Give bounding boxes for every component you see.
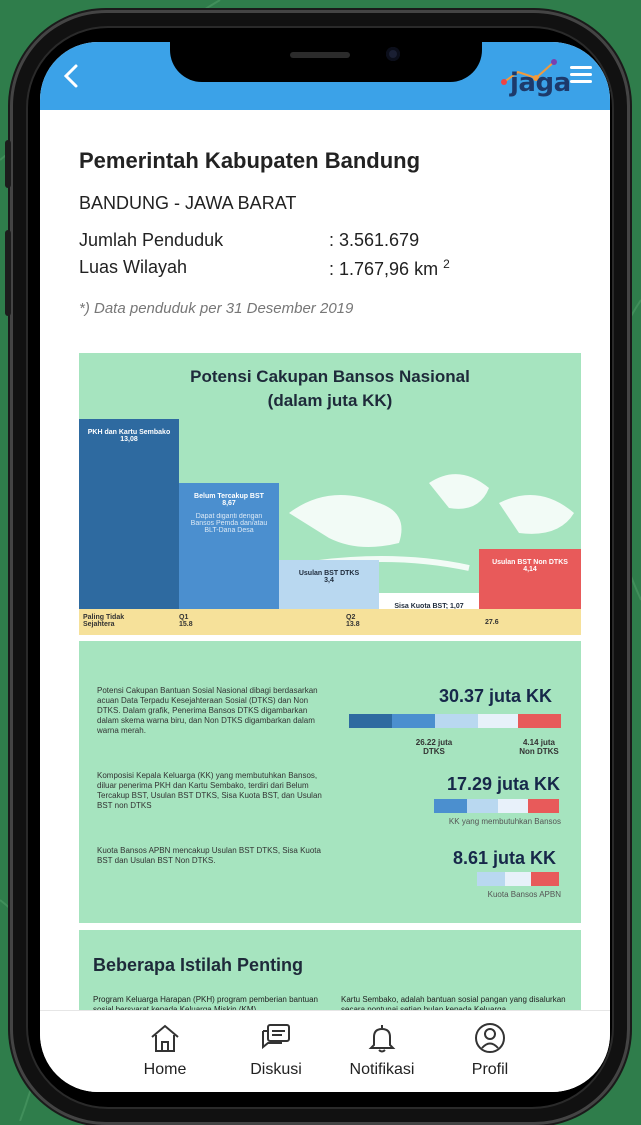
axis-strip: Paling Tidak Sejahtera Q1 15.8 Q2 13.8 2… (79, 609, 581, 635)
bar-4: Sisa Kuota BST; 1,07 (379, 593, 479, 610)
bar-subtext: Dapat diganti dengan Bansos Pemda dan/at… (190, 513, 268, 535)
total3-note: Kuota Bansos APBN (487, 890, 561, 899)
para-composition: Komposisi Kepala Keluarga (KK) yang memb… (97, 771, 322, 810)
app-screen: jaga Pemerintah Kabupaten Bandung BANDUN… (40, 42, 610, 1092)
page-title: Pemerintah Kabupaten Bandung (79, 148, 421, 173)
axis-q2-label: Q2 13.8 (346, 614, 360, 628)
bar-label: Belum Tercakup BST (194, 493, 264, 501)
para-quota: Kuota Bansos APBN mencakup Usulan BST DT… (97, 846, 321, 865)
nondtks-value: 4.14 juta (522, 738, 555, 747)
bell-icon (368, 1025, 396, 1053)
profile-icon (475, 1023, 505, 1053)
nav-home[interactable]: Home (120, 1021, 210, 1079)
bar-value: 4,14 (523, 565, 537, 573)
area-label: Luas Wilayah (79, 257, 188, 277)
terms-title: Beberapa Istilah Penting (93, 955, 304, 975)
data-note: *) Data penduduk per 31 Desember 2019 (79, 300, 354, 317)
population-label: Jumlah Penduduk (79, 230, 224, 250)
nav-profil[interactable]: Profil (445, 1021, 535, 1079)
province-label: BANDUNG - JAWA BARAT (79, 193, 297, 213)
phone-notch (170, 42, 482, 82)
axis-q1-label: Q1 15.8 (179, 614, 193, 628)
strip-total-3 (477, 872, 559, 886)
nav-notifikasi[interactable]: Notifikasi (337, 1021, 427, 1079)
hamburger-menu-icon[interactable] (570, 66, 592, 84)
infographic-bansos-coverage: Potensi Cakupan Bansos Nasional (dalam j… (79, 353, 581, 635)
nav-home-label: Home (143, 1061, 187, 1078)
nav-diskusi-label: Diskusi (250, 1061, 302, 1078)
speaker-grill (290, 52, 350, 58)
strip-total-1 (349, 714, 561, 728)
nondtks-value-caption: 4.14 juta Non DTKS (504, 738, 574, 756)
population-value: : 3.561.679 (329, 230, 420, 250)
axis-end-label: 27.6 (485, 619, 499, 626)
dtks-value-caption: 26.22 juta DTKS (404, 738, 464, 756)
bar-5: Usulan BST Non DTKS 4,14 (479, 548, 581, 609)
bar-value: 3,4 (324, 576, 334, 584)
bar-3: Usulan BST DTKS 3,4 (279, 559, 379, 609)
nondtks-label: Non DTKS (519, 747, 559, 756)
para-dtks: Potensi Cakupan Bantuan Sosial Nasional … (97, 686, 318, 735)
bar-2: Belum Tercakup BST 8,67 Dapat diganti deng… (179, 483, 279, 609)
area-value: : 1.767,96 km 2 (329, 257, 450, 279)
bar-label: Usulan BST Non DTKS (492, 558, 568, 566)
total-kk-3: 8.61 juta KK (453, 848, 557, 868)
home-icon (151, 1024, 179, 1052)
dtks-label: DTKS (423, 747, 445, 756)
bar-label: Usulan BST DTKS (298, 569, 360, 577)
logo-text: jaga (510, 68, 571, 98)
bar-1: PKH dan Kartu Sembako 13,08 (79, 419, 179, 609)
nav-diskusi[interactable]: Diskusi (231, 1021, 321, 1079)
bar-value: 13,08 (120, 436, 138, 444)
axis-left-label: Paling Tidak Sejahtera (83, 614, 125, 628)
bottom-navigation: Home Diskusi Notifikasi Profil (40, 1010, 610, 1092)
infographic-title-2: (dalam juta KK) (267, 391, 393, 410)
infographic-bansos-summary: Potensi Cakupan Bantuan Sosial Nasional … (79, 641, 581, 923)
infographic-title-1: Potensi Cakupan Bansos Nasional (190, 367, 470, 386)
total2-note: KK yang membutuhkan Bansos (448, 817, 561, 826)
total-kk-1: 30.37 juta KK (439, 686, 553, 706)
nav-notifikasi-label: Notifikasi (349, 1061, 415, 1078)
jaga-logo: jaga (496, 52, 571, 102)
nav-profil-label: Profil (471, 1061, 509, 1078)
dtks-value: 26.22 juta (415, 738, 453, 747)
back-arrow-icon[interactable] (58, 62, 86, 90)
chat-icon (262, 1024, 290, 1050)
side-button-mid (5, 230, 11, 316)
bar-label: PKH dan Kartu Sembako (87, 429, 171, 437)
content-area[interactable]: Pemerintah Kabupaten Bandung BANDUNG - J… (40, 110, 610, 1025)
front-camera (386, 47, 400, 61)
bar-value: 8,67 (222, 500, 236, 508)
total-kk-2: 17.29 juta KK (447, 774, 561, 794)
strip-total-2 (434, 799, 559, 813)
side-button-top (5, 140, 11, 188)
